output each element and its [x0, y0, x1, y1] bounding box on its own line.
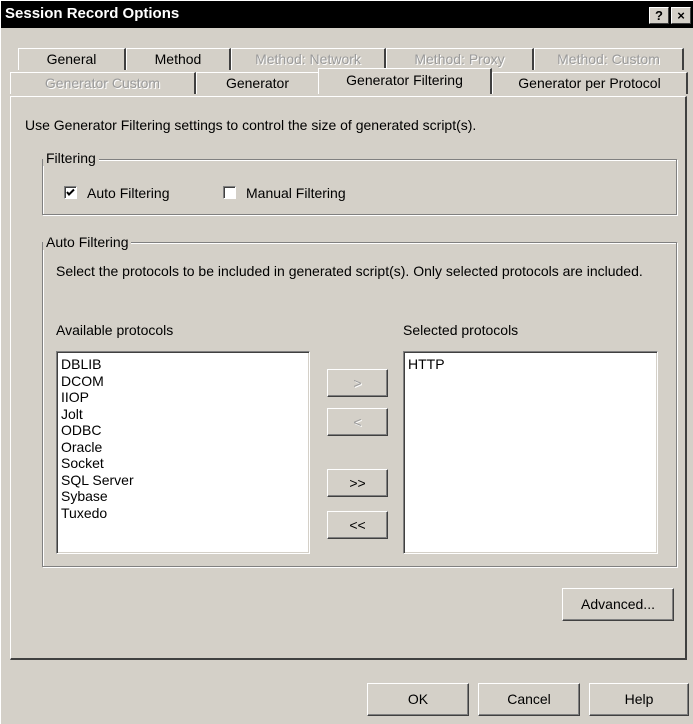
filtering-group-legend: Filtering: [43, 150, 99, 166]
auto-filtering-label[interactable]: Auto Filtering: [87, 185, 169, 201]
list-item[interactable]: Sybase: [61, 488, 309, 505]
advanced-button[interactable]: Advanced...: [562, 588, 674, 621]
selected-protocols-label: Selected protocols: [403, 322, 519, 338]
tab-method-proxy-label: Method: Proxy: [414, 51, 505, 67]
manual-filtering-label[interactable]: Manual Filtering: [246, 185, 346, 201]
auto-filtering-instructions: Select the protocols to be included in g…: [56, 263, 643, 279]
tab-method-custom[interactable]: Method: Custom: [534, 48, 684, 70]
session-record-options-dialog: Session Record Options ? × General Metho…: [0, 0, 693, 724]
list-item[interactable]: Socket: [61, 455, 309, 472]
generator-filtering-panel: Use Generator Filtering settings to cont…: [10, 96, 687, 660]
ok-button[interactable]: OK: [367, 683, 469, 716]
close-title-button[interactable]: ×: [671, 7, 691, 24]
list-item[interactable]: ODBC: [61, 422, 309, 439]
tab-generator-per-protocol-label: Generator per Protocol: [518, 75, 661, 91]
list-item[interactable]: SQL Server: [61, 472, 309, 489]
auto-filtering-group-legend: Auto Filtering: [43, 234, 132, 250]
list-item[interactable]: Jolt: [61, 406, 309, 423]
tab-method-network-label: Method: Network: [255, 51, 361, 67]
tab-generator-per-protocol[interactable]: Generator per Protocol: [492, 72, 688, 94]
cancel-button[interactable]: Cancel: [478, 683, 580, 716]
tab-method-network[interactable]: Method: Network: [231, 48, 386, 70]
selected-protocols-list[interactable]: HTTP: [403, 351, 658, 554]
tab-method-custom-label: Method: Custom: [557, 51, 660, 67]
tab-generator-label: Generator: [225, 75, 290, 91]
tab-general-label: General: [46, 51, 97, 67]
remove-protocol-button[interactable]: <: [327, 408, 388, 436]
tab-method-proxy[interactable]: Method: Proxy: [386, 48, 534, 70]
manual-filtering-checkbox[interactable]: [223, 186, 236, 199]
tab-method[interactable]: Method: [126, 48, 231, 70]
list-item[interactable]: HTTP: [408, 356, 657, 373]
auto-filtering-checkbox[interactable]: [64, 186, 77, 199]
add-protocol-button[interactable]: >: [327, 369, 388, 397]
tab-generator[interactable]: Generator: [196, 72, 320, 94]
help-button[interactable]: Help: [589, 683, 689, 716]
available-protocols-list[interactable]: DBLIB DCOM IIOP Jolt ODBC Oracle Socket …: [56, 351, 310, 554]
available-protocols-label: Available protocols: [56, 322, 174, 338]
title-bar[interactable]: Session Record Options ? ×: [1, 1, 693, 28]
help-title-button[interactable]: ?: [649, 7, 669, 24]
remove-all-protocols-button[interactable]: <<: [327, 511, 388, 539]
tab-generator-filtering-label: Generator Filtering: [346, 72, 463, 88]
tab-generator-custom-label: Generator Custom: [44, 75, 161, 91]
add-all-protocols-button[interactable]: >>: [327, 469, 388, 497]
list-item[interactable]: DCOM: [61, 373, 309, 390]
list-item[interactable]: DBLIB: [61, 356, 309, 373]
panel-description: Use Generator Filtering settings to cont…: [25, 117, 477, 133]
list-item[interactable]: Tuxedo: [61, 505, 309, 522]
list-item[interactable]: Oracle: [61, 439, 309, 456]
tab-generator-filtering[interactable]: Generator Filtering: [318, 68, 492, 94]
tab-generator-custom[interactable]: Generator Custom: [10, 72, 196, 94]
checkmark-icon: [66, 188, 75, 196]
tab-general[interactable]: General: [18, 48, 126, 70]
window-title: Session Record Options: [5, 5, 180, 22]
list-item[interactable]: IIOP: [61, 389, 309, 406]
tab-method-label: Method: [154, 51, 202, 67]
